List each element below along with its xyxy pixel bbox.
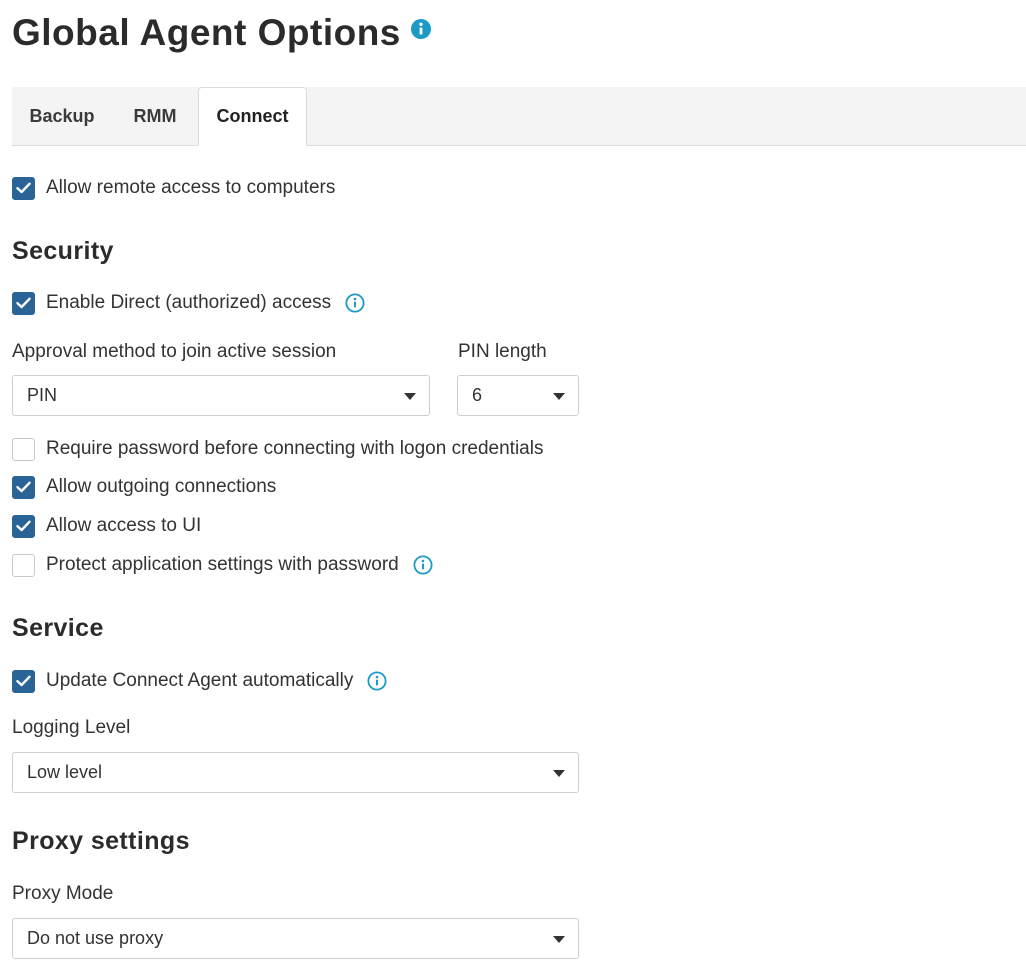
enable-direct-access-checkbox[interactable] bbox=[12, 291, 35, 315]
proxy-mode-select[interactable]: Do not use proxy bbox=[12, 918, 579, 959]
allow-ui-access-option: Allow access to UI bbox=[12, 514, 201, 538]
update-agent-label: Update Connect Agent automatically bbox=[46, 670, 354, 691]
checkmark-icon bbox=[16, 297, 31, 309]
pin-length-label: PIN length bbox=[458, 341, 547, 362]
enable-direct-access-label: Enable Direct (authorized) access bbox=[46, 292, 332, 313]
checkmark-icon bbox=[16, 520, 31, 532]
approval-method-select[interactable]: PIN bbox=[12, 375, 430, 416]
tab-rmm[interactable]: RMM bbox=[112, 87, 198, 146]
checkmark-icon bbox=[16, 481, 31, 493]
approval-method-label: Approval method to join active session bbox=[12, 341, 337, 362]
tab-label: Backup bbox=[29, 106, 95, 126]
proxy-mode-label: Proxy Mode bbox=[12, 883, 114, 904]
allow-ui-access-label: Allow access to UI bbox=[46, 515, 202, 536]
service-heading: Service bbox=[12, 614, 104, 642]
tab-backup[interactable]: Backup bbox=[12, 87, 112, 146]
require-password-checkbox[interactable] bbox=[12, 437, 35, 461]
caret-down-icon bbox=[553, 393, 565, 400]
checkmark-icon bbox=[16, 675, 31, 687]
update-agent-option: Update Connect Agent automatically bbox=[12, 669, 387, 693]
page-title: Global Agent Options bbox=[12, 10, 431, 56]
allow-remote-access-checkbox[interactable] bbox=[12, 176, 35, 200]
caret-down-icon bbox=[553, 936, 565, 943]
allow-ui-access-checkbox[interactable] bbox=[12, 514, 35, 538]
tab-label: Connect bbox=[216, 106, 289, 126]
approval-method-value: PIN bbox=[27, 385, 58, 405]
tab-connect[interactable]: Connect bbox=[198, 87, 307, 146]
info-icon[interactable] bbox=[410, 19, 431, 39]
caret-down-icon bbox=[404, 393, 416, 400]
tab-bar: Backup RMM Connect bbox=[12, 87, 1026, 146]
require-password-option: Require password before connecting with … bbox=[12, 437, 543, 461]
protect-settings-checkbox[interactable] bbox=[12, 553, 35, 577]
logging-level-select[interactable]: Low level bbox=[12, 752, 579, 793]
logging-level-value: Low level bbox=[27, 762, 103, 782]
info-circle-icon[interactable] bbox=[367, 671, 387, 691]
page-title-text: Global Agent Options bbox=[12, 12, 401, 53]
protect-settings-option: Protect application settings with passwo… bbox=[12, 553, 433, 577]
checkmark-icon bbox=[16, 182, 31, 194]
info-circle-icon[interactable] bbox=[413, 555, 433, 575]
tab-label: RMM bbox=[133, 106, 177, 126]
proxy-settings-heading: Proxy settings bbox=[12, 827, 190, 855]
protect-settings-label: Protect application settings with passwo… bbox=[46, 554, 399, 575]
proxy-mode-value: Do not use proxy bbox=[27, 928, 164, 948]
allow-outgoing-option: Allow outgoing connections bbox=[12, 475, 276, 499]
caret-down-icon bbox=[553, 770, 565, 777]
allow-remote-access-option: Allow remote access to computers bbox=[12, 176, 335, 200]
enable-direct-access-option: Enable Direct (authorized) access bbox=[12, 291, 365, 315]
pin-length-select[interactable]: 6 bbox=[457, 375, 579, 416]
require-password-label: Require password before connecting with … bbox=[46, 438, 544, 459]
allow-remote-access-label: Allow remote access to computers bbox=[46, 177, 336, 198]
security-heading: Security bbox=[12, 237, 114, 265]
update-agent-checkbox[interactable] bbox=[12, 669, 35, 693]
pin-length-value: 6 bbox=[472, 385, 483, 405]
info-circle-icon[interactable] bbox=[345, 293, 365, 313]
allow-outgoing-label: Allow outgoing connections bbox=[46, 476, 277, 497]
allow-outgoing-checkbox[interactable] bbox=[12, 475, 35, 499]
logging-level-label: Logging Level bbox=[12, 717, 131, 738]
